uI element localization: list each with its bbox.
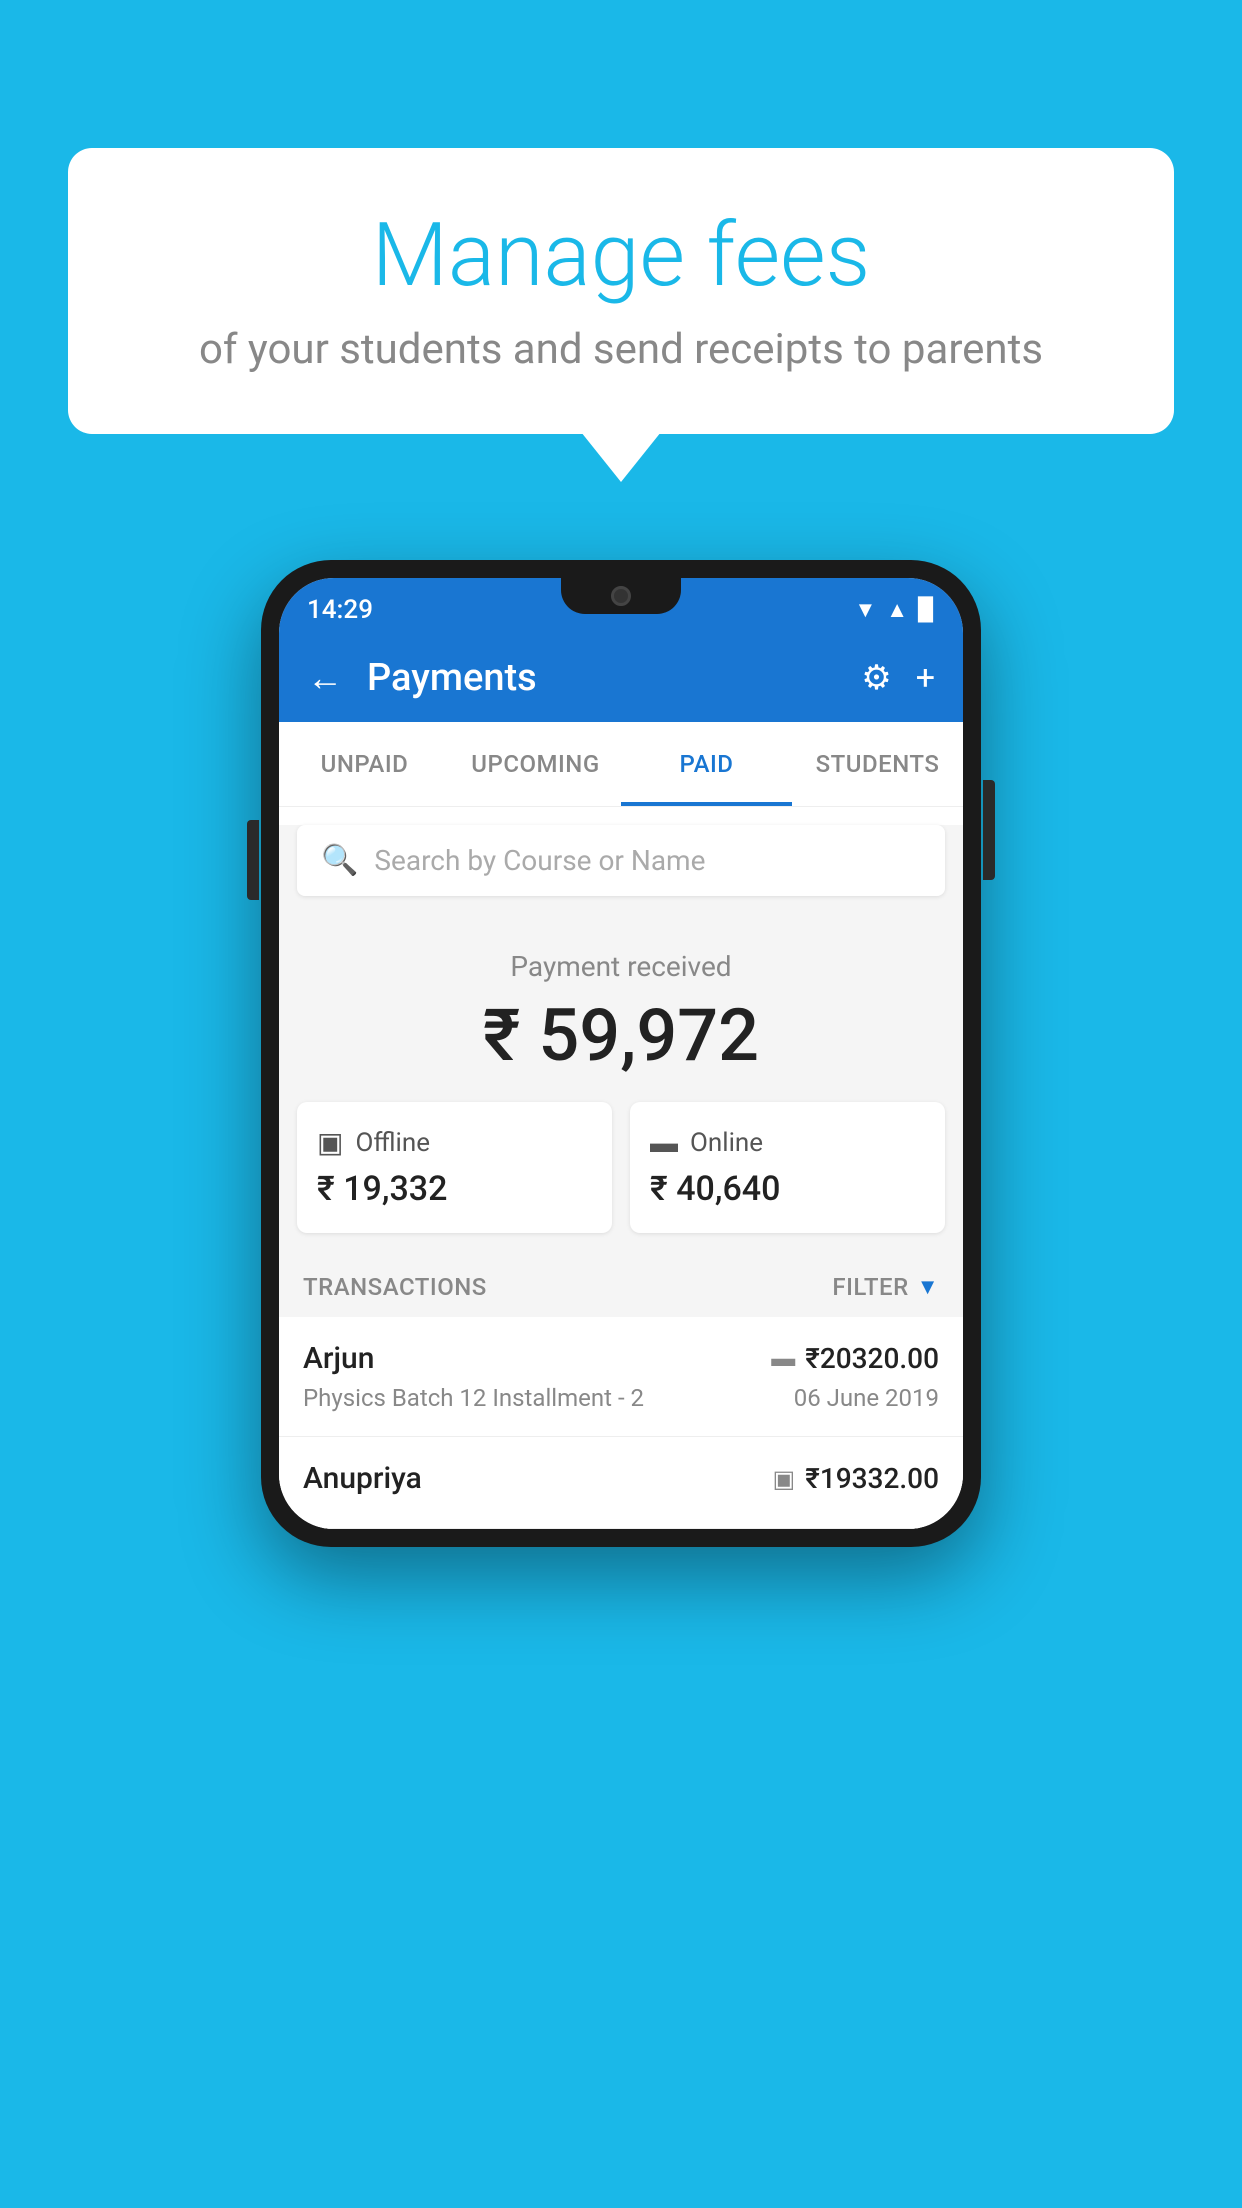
search-bar[interactable]: 🔍 Search by Course or Name: [297, 825, 945, 896]
tabs: UNPAID UPCOMING PAID STUDENTS: [279, 722, 963, 807]
tab-upcoming[interactable]: UPCOMING: [450, 722, 621, 806]
tab-students[interactable]: STUDENTS: [792, 722, 963, 806]
status-icons: ▼ ▲ ▉: [855, 597, 935, 623]
offline-card: ▣ Offline ₹ 19,332: [297, 1102, 612, 1233]
app-bar-actions: ⚙ +: [861, 658, 935, 698]
back-button[interactable]: ←: [307, 657, 343, 699]
online-card-header: ▬ Online: [650, 1126, 925, 1159]
speech-bubble: Manage fees of your students and send re…: [68, 148, 1174, 434]
online-amount: ₹ 40,640: [650, 1169, 925, 1209]
filter-label: FILTER: [832, 1273, 908, 1301]
online-payment-icon: ▬: [771, 1344, 795, 1373]
status-time: 14:29: [307, 595, 373, 625]
settings-icon[interactable]: ⚙: [861, 658, 891, 698]
add-icon[interactable]: +: [916, 658, 935, 698]
wallet-icon: ▣: [317, 1126, 343, 1159]
phone-notch: [561, 578, 681, 614]
bubble-subtitle: of your students and send receipts to pa…: [148, 325, 1094, 374]
offline-card-header: ▣ Offline: [317, 1126, 592, 1159]
tab-unpaid[interactable]: UNPAID: [279, 722, 450, 806]
credit-card-icon: ▬: [650, 1126, 678, 1159]
phone-mockup: 14:29 ▼ ▲ ▉ ← Payments ⚙ + UNPAID: [261, 560, 981, 1547]
filter-icon: ▼: [917, 1274, 939, 1300]
transaction-row1: Anupriya ▣ ₹19332.00: [303, 1461, 939, 1496]
app-title: Payments: [367, 656, 837, 700]
transaction-row1: Arjun ▬ ₹20320.00: [303, 1341, 939, 1376]
transaction-amount: ₹20320.00: [805, 1342, 939, 1375]
phone-camera: [611, 586, 631, 606]
tab-paid[interactable]: PAID: [621, 722, 792, 806]
transaction-name: Arjun: [303, 1341, 374, 1376]
app-bar: ← Payments ⚙ +: [279, 634, 963, 722]
online-card: ▬ Online ₹ 40,640: [630, 1102, 945, 1233]
payment-received-amount: ₹ 59,972: [299, 993, 943, 1078]
transaction-name: Anupriya: [303, 1461, 422, 1496]
bubble-title: Manage fees: [148, 208, 1094, 305]
transaction-row[interactable]: Arjun ▬ ₹20320.00 Physics Batch 12 Insta…: [279, 1317, 963, 1437]
content-area: 🔍 Search by Course or Name Payment recei…: [279, 825, 963, 1529]
phone-outer: 14:29 ▼ ▲ ▉ ← Payments ⚙ + UNPAID: [261, 560, 981, 1547]
transaction-amount: ₹19332.00: [805, 1462, 939, 1495]
transaction-course: Physics Batch 12 Installment - 2: [303, 1384, 644, 1412]
transaction-amount-row: ▬ ₹20320.00: [771, 1342, 939, 1375]
transactions-header: TRANSACTIONS FILTER ▼: [279, 1257, 963, 1317]
battery-icon: ▉: [918, 598, 935, 623]
transaction-row2: Physics Batch 12 Installment - 2 06 June…: [303, 1384, 939, 1412]
search-input[interactable]: Search by Course or Name: [374, 844, 705, 877]
payment-cards: ▣ Offline ₹ 19,332 ▬ Online ₹ 40,640: [279, 1102, 963, 1257]
transaction-date: 06 June 2019: [794, 1384, 939, 1412]
phone-screen: 14:29 ▼ ▲ ▉ ← Payments ⚙ + UNPAID: [279, 578, 963, 1529]
offline-label: Offline: [355, 1128, 430, 1158]
offline-amount: ₹ 19,332: [317, 1169, 592, 1209]
search-icon: 🔍: [321, 843, 358, 878]
promo-section: Manage fees of your students and send re…: [68, 148, 1174, 434]
transactions-label: TRANSACTIONS: [303, 1273, 487, 1301]
signal-icon: ▲: [886, 597, 908, 623]
transaction-amount-row: ▣ ₹19332.00: [773, 1462, 939, 1495]
transaction-row[interactable]: Anupriya ▣ ₹19332.00: [279, 1437, 963, 1529]
payment-received-label: Payment received: [299, 950, 943, 983]
offline-payment-icon: ▣: [773, 1465, 796, 1493]
wifi-icon: ▼: [855, 597, 877, 623]
filter-button[interactable]: FILTER ▼: [832, 1273, 939, 1301]
payment-received-section: Payment received ₹ 59,972: [279, 914, 963, 1102]
online-label: Online: [690, 1128, 763, 1158]
